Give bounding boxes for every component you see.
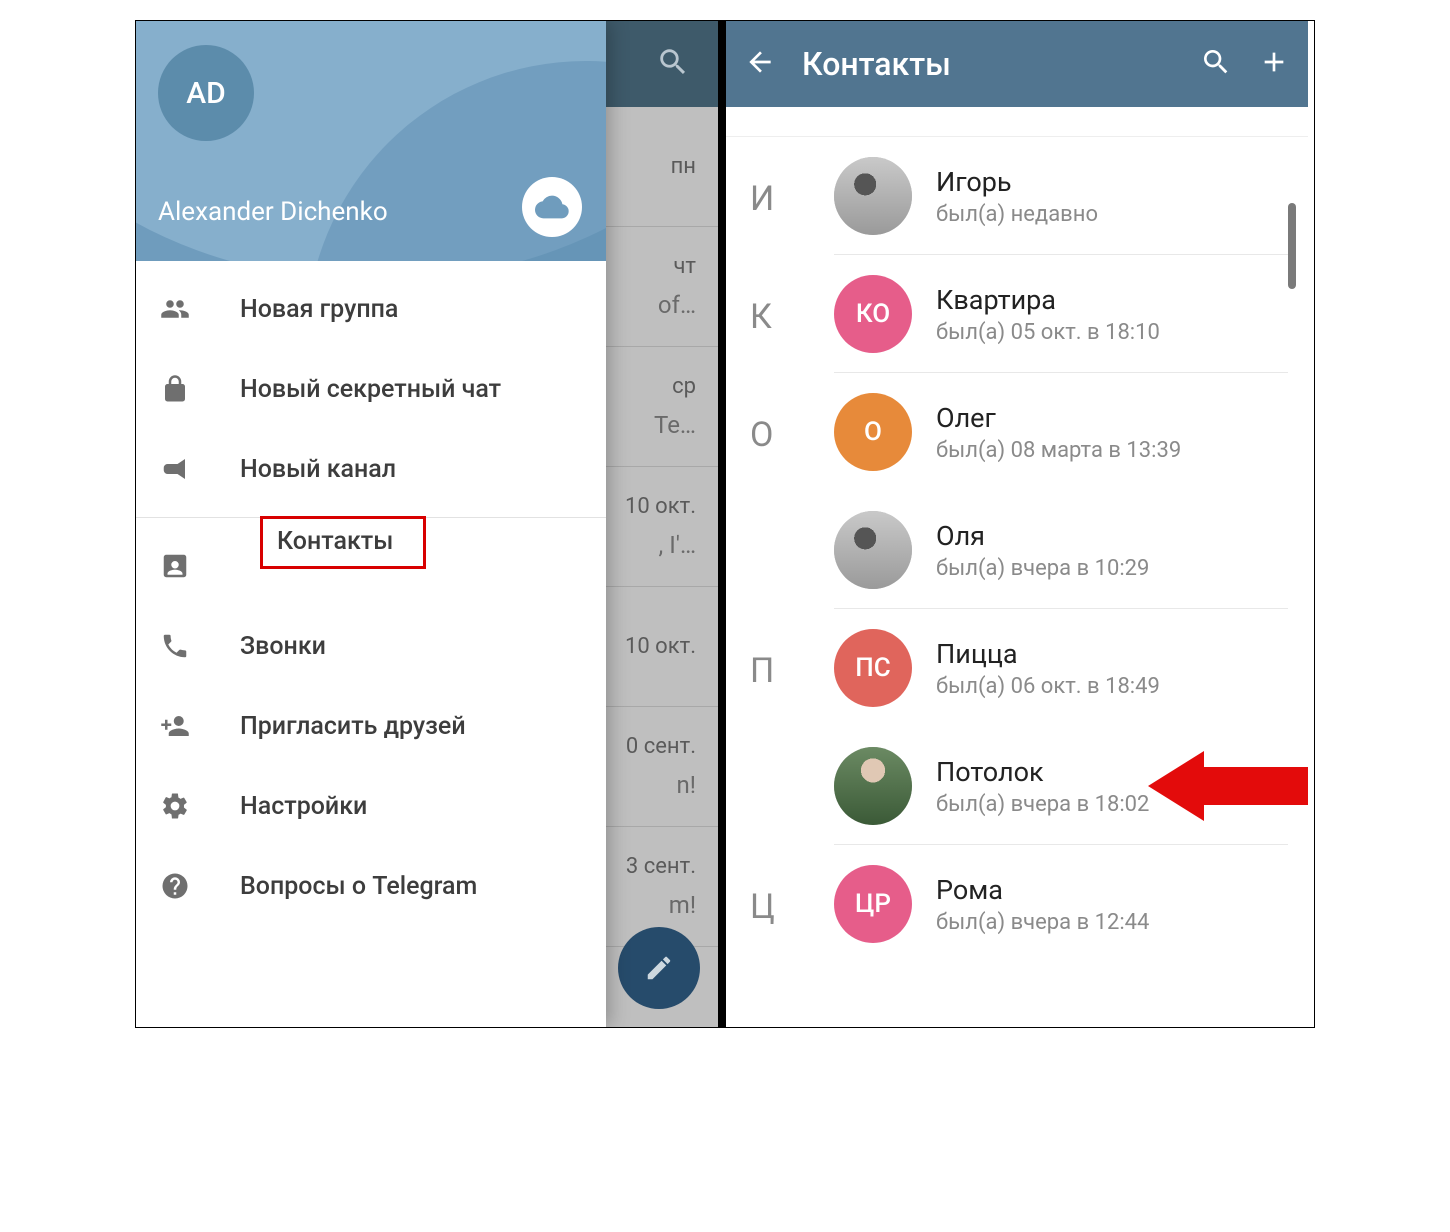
lock-icon bbox=[160, 374, 216, 404]
menu-label: Новый секретный чат bbox=[240, 375, 501, 404]
list-item bbox=[726, 107, 1308, 137]
navigation-drawer: AD Alexander Dichenko Новая группа Новый… bbox=[136, 21, 606, 1027]
help-icon bbox=[160, 871, 216, 901]
compose-fab[interactable] bbox=[618, 927, 700, 1009]
avatar: КО bbox=[834, 275, 912, 353]
menu-label: Новый канал bbox=[240, 455, 396, 484]
menu-label-highlighted: Контакты bbox=[260, 516, 426, 569]
contact-row[interactable]: ПС Пицца был(а) 06 окт. в 18:49 bbox=[726, 609, 1308, 727]
drawer-screenshot: пн чтof… срTe… 10 окт., I'… 10 окт. 0 се… bbox=[136, 21, 726, 1027]
menu-label: Новая группа bbox=[240, 295, 398, 324]
contact-name: Пицца bbox=[936, 638, 1160, 670]
contacts-list[interactable]: И Игорь был(а) недавно К КО Квартира был… bbox=[726, 107, 1308, 1027]
megaphone-icon bbox=[160, 454, 216, 484]
contact-row[interactable]: Игорь был(а) недавно bbox=[726, 137, 1308, 255]
menu-label: Вопросы о Telegram bbox=[240, 872, 477, 901]
contact-name: Оля bbox=[936, 520, 1149, 552]
menu-secret-chat[interactable]: Новый секретный чат bbox=[136, 349, 606, 429]
annotation-arrow bbox=[1148, 751, 1308, 821]
contact-name: Олег bbox=[936, 402, 1181, 434]
avatar-initials: AD bbox=[186, 76, 225, 111]
contact-name: Игорь bbox=[936, 166, 1098, 198]
back-button[interactable] bbox=[744, 46, 776, 82]
saved-messages-button[interactable] bbox=[522, 177, 582, 237]
contact-status: был(а) 06 окт. в 18:49 bbox=[936, 674, 1160, 699]
cloud-icon bbox=[535, 190, 569, 224]
menu-calls[interactable]: Звонки bbox=[136, 606, 606, 686]
person-icon bbox=[160, 551, 216, 581]
plus-icon bbox=[1258, 46, 1290, 78]
menu-contacts[interactable]: Контакты bbox=[136, 526, 606, 606]
gear-icon bbox=[160, 791, 216, 821]
avatar bbox=[834, 511, 912, 589]
contacts-appbar: Контакты bbox=[726, 21, 1308, 107]
contact-status: был(а) 05 окт. в 18:10 bbox=[936, 320, 1160, 345]
menu-label: Пригласить друзей bbox=[240, 712, 466, 741]
add-contact-button[interactable] bbox=[1258, 46, 1290, 82]
search-icon[interactable] bbox=[656, 45, 690, 83]
contact-row-highlighted[interactable]: Потолок был(а) вчера в 18:02 bbox=[726, 727, 1308, 845]
menu-label: Настройки bbox=[240, 792, 367, 821]
group-icon bbox=[160, 294, 216, 324]
avatar[interactable]: AD bbox=[158, 45, 254, 141]
contact-row[interactable]: КО Квартира был(а) 05 окт. в 18:10 bbox=[726, 255, 1308, 373]
avatar: ПС bbox=[834, 629, 912, 707]
contact-name: Потолок bbox=[936, 756, 1149, 788]
contact-row[interactable]: О Олег был(а) 08 марта в 13:39 bbox=[726, 373, 1308, 491]
contact-status: был(а) недавно bbox=[936, 202, 1098, 227]
contact-status: был(а) вчера в 18:02 bbox=[936, 792, 1149, 817]
search-icon bbox=[1200, 46, 1232, 78]
user-name: Alexander Dichenko bbox=[158, 197, 388, 227]
contact-name: Квартира bbox=[936, 284, 1160, 316]
appbar-title: Контакты bbox=[802, 45, 1174, 83]
drawer-header: AD Alexander Dichenko bbox=[136, 21, 606, 261]
menu-label: Звонки bbox=[240, 632, 326, 661]
person-add-icon bbox=[160, 711, 216, 741]
contact-row[interactable]: Оля был(а) вчера в 10:29 bbox=[726, 491, 1308, 609]
contacts-screenshot: Контакты И Игорь был(а) недавно bbox=[726, 21, 1308, 1027]
avatar: ЦР bbox=[834, 865, 912, 943]
contact-status: был(а) 08 марта в 13:39 bbox=[936, 438, 1181, 463]
menu-faq[interactable]: Вопросы о Telegram bbox=[136, 846, 606, 926]
menu-new-group[interactable]: Новая группа bbox=[136, 269, 606, 349]
menu-settings[interactable]: Настройки bbox=[136, 766, 606, 846]
contact-name: Рома bbox=[936, 874, 1149, 906]
avatar: О bbox=[834, 393, 912, 471]
menu-new-channel[interactable]: Новый канал bbox=[136, 429, 606, 509]
avatar bbox=[834, 157, 912, 235]
phone-icon bbox=[160, 631, 216, 661]
arrow-left-icon bbox=[744, 46, 776, 78]
contact-status: был(а) вчера в 10:29 bbox=[936, 556, 1149, 581]
contact-row[interactable]: ЦР Рома был(а) вчера в 12:44 bbox=[726, 845, 1308, 963]
contact-status: был(а) вчера в 12:44 bbox=[936, 910, 1149, 935]
drawer-menu: Новая группа Новый секретный чат Новый к… bbox=[136, 261, 606, 926]
search-button[interactable] bbox=[1200, 46, 1232, 82]
menu-invite[interactable]: Пригласить друзей bbox=[136, 686, 606, 766]
avatar bbox=[834, 747, 912, 825]
